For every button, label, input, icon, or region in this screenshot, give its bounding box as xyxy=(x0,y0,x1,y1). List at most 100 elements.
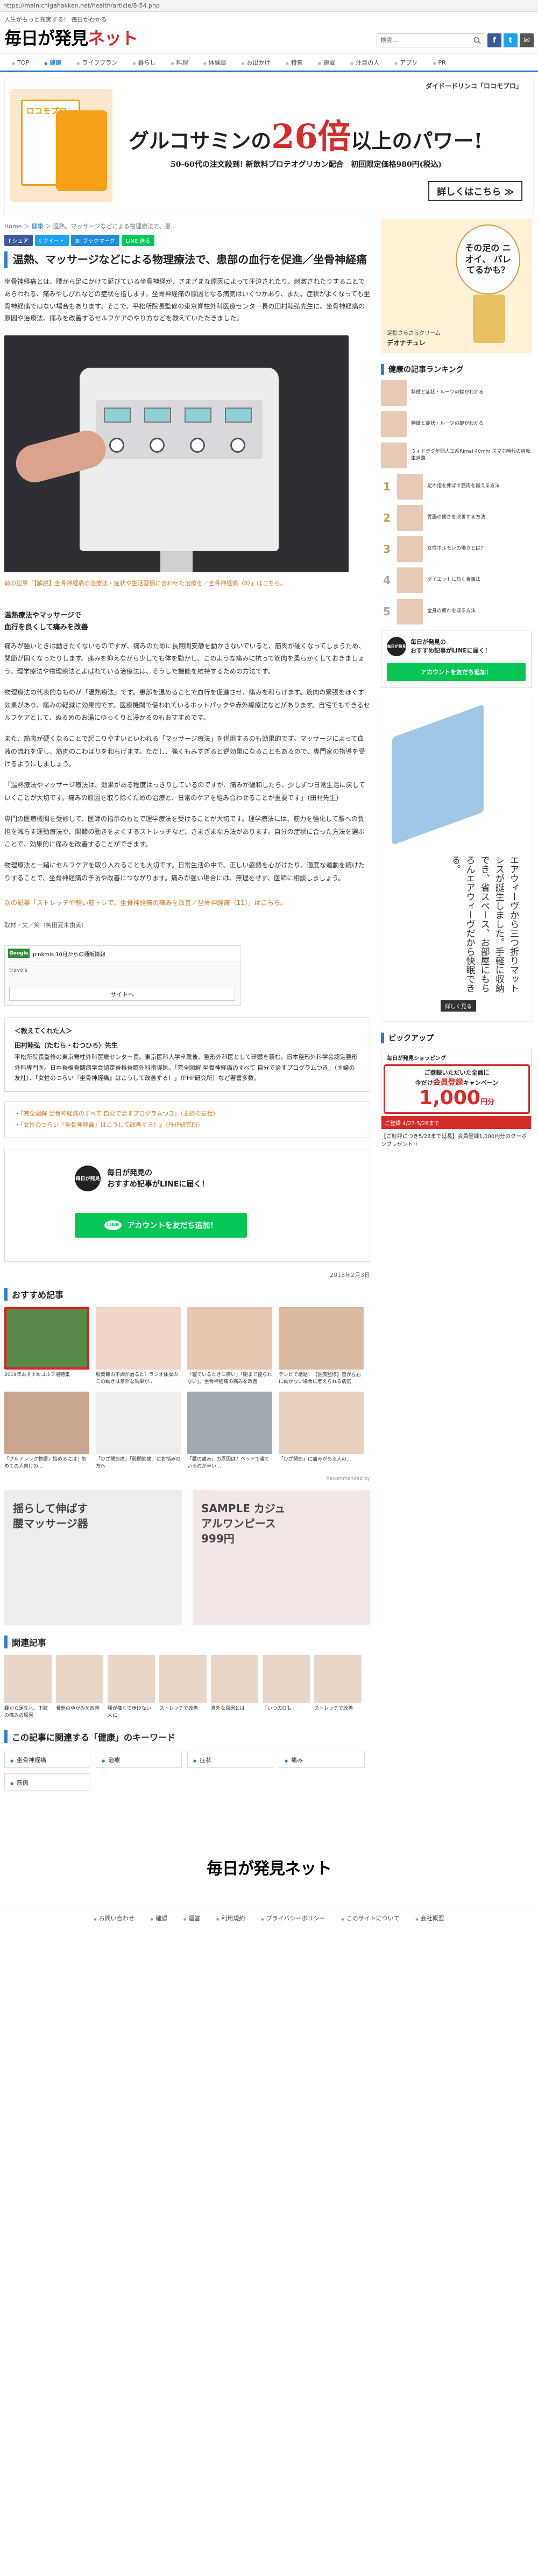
nav-item[interactable]: 暮らし xyxy=(125,58,163,67)
share-button[interactable]: t ツイート xyxy=(34,235,69,246)
share-button[interactable]: B! ブックマーク xyxy=(70,235,119,246)
keyword-link[interactable]: 坐骨神経痛 xyxy=(4,1750,90,1768)
nav-item[interactable]: ライフプラン xyxy=(69,58,125,67)
recommend-card[interactable]: テレビで話題！【医療監修】首が左右に動かない場合に考えられる病気 xyxy=(279,1307,364,1385)
share-button[interactable]: f シェア xyxy=(4,235,33,246)
ranking-item[interactable]: ウォドデグ年間人工系Rimal 40mm スマホ時代の自転車道路 xyxy=(381,443,532,468)
nav-item[interactable]: お出かけ xyxy=(234,58,278,67)
inline-ad[interactable]: Google pinkmis 10月からの通販情報 travels サイトへ xyxy=(4,945,241,1006)
ranking-item[interactable]: 2 胃腸の働きを改善する方法 xyxy=(381,505,532,531)
nav-item[interactable]: アプリ xyxy=(387,58,425,67)
related-thumbnail xyxy=(108,1655,155,1704)
footer-link[interactable]: このサイトについて xyxy=(341,1914,400,1922)
sidebar-line-button[interactable]: アカウントを友だち追加！ xyxy=(387,663,526,681)
pickup-banner[interactable]: 毎日が発見ショッピング ご登録いただいた全員に 今だけ会員登録キャンペーン 1,… xyxy=(381,1049,532,1129)
recommend-text: 2019年おすすめゴルフ場特集 xyxy=(4,1372,70,1378)
breadcrumb-home[interactable]: Home xyxy=(4,223,22,230)
recommend-card[interactable]: 2019年おすすめゴルフ場特集 xyxy=(4,1307,89,1385)
mail-icon[interactable]: ✉ xyxy=(520,33,534,47)
inline-ad-button[interactable]: サイトへ xyxy=(9,986,235,1001)
ranking-item[interactable]: 1 足の指を伸ばす筋肉を鍛える方法 xyxy=(381,474,532,500)
recommend-thumbnail xyxy=(187,1307,272,1370)
keyword-grid: 坐骨神経痛治療症状痛み筋肉 xyxy=(4,1750,370,1791)
sidebar-ad-mattress[interactable]: エアウィーヴから三つ折りマットレスが誕生しました。手軽に収納でき、省スペース、お… xyxy=(381,699,532,1022)
ranking-item[interactable]: 4 ダイエットに効く食事法 xyxy=(381,567,532,593)
photo-screen xyxy=(225,408,252,423)
ranking-thumbnail xyxy=(397,567,423,593)
footer-link[interactable]: 利用規約 xyxy=(216,1914,245,1922)
nav-item[interactable]: 料理 xyxy=(163,58,195,67)
ranking-text: 全身の疲れを取る方法 xyxy=(427,608,476,614)
address-bar[interactable]: https://mainichigahakken.net/health/arti… xyxy=(0,0,538,12)
ranking-number: 4 xyxy=(383,574,391,587)
recommend-card[interactable]: 「腰の痛み」の原因は？ベッドで寝ているのが辛い... xyxy=(187,1392,272,1470)
footer-link[interactable]: 運営 xyxy=(183,1914,200,1922)
nav-item[interactable]: 健康 xyxy=(37,58,69,67)
ranking-item[interactable]: 3 女性ホルモンの働きとは？ xyxy=(381,536,532,562)
ranking-item[interactable]: 特徴と症状・ルーツの鍵がわかる xyxy=(381,380,532,406)
nav-item[interactable]: PR xyxy=(425,59,453,66)
big-ad[interactable]: SAMPLE カジュアルワンピース 999円 xyxy=(193,1490,370,1625)
next-article-link[interactable]: 次の記事「ストレッチや軽い筋トレで、坐骨神経痛の痛みを改善／坐骨神経痛（11）」… xyxy=(4,897,370,908)
recommend-card[interactable]: 「ひざ関節痛」「股関節痛」にお悩みの方へ xyxy=(96,1392,181,1470)
nav-item[interactable]: 注目の人 xyxy=(343,58,387,67)
related-card[interactable]: ストレッチで改善 xyxy=(314,1655,362,1719)
pickup-line2-red: 会員登録 xyxy=(433,1078,463,1087)
related-card[interactable]: 腰から足先へ。下肢の痛みの原因 xyxy=(4,1655,52,1719)
book-link[interactable]: 『完全図解 坐骨神経痛のすべて 自分で治すプログラムつき』（主婦の友社） xyxy=(15,1108,360,1120)
related-thumbnail xyxy=(159,1655,207,1704)
big-ad[interactable]: 揺らして伸ばす 腰マッサージ器 xyxy=(4,1490,182,1625)
ranking-item[interactable]: 5 全身の疲れを取る方法 xyxy=(381,599,532,624)
line-box-text: 毎日が発見の おすすめ記事がLINEに届く！ xyxy=(107,1168,209,1189)
footer-link[interactable]: 会社概要 xyxy=(415,1914,444,1922)
recommend-thumbnail xyxy=(279,1307,364,1370)
book-list: 『完全図解 坐骨神経痛のすべて 自分で治すプログラムつき』（主婦の友社） 『女性… xyxy=(4,1101,370,1138)
twitter-icon[interactable]: t xyxy=(504,33,518,47)
ad-product-image: ロコモプロ xyxy=(10,89,112,202)
breadcrumb-category[interactable]: 健康 xyxy=(31,223,43,230)
ad-more-button[interactable]: 詳しくはこちら ≫ xyxy=(428,181,522,201)
top-ad-banner[interactable]: ロコモプロ ダイドードリンコ「ロコモプロ」 グルコサミンの26倍以上のパワー! … xyxy=(4,78,534,213)
sidebar-ad-deodorant[interactable]: その足の ニオイ、 バレてるかも？ デオナチュレ 足指さらさらクリーム xyxy=(381,219,532,353)
related-card[interactable]: 骨盤のゆがみを改善 xyxy=(56,1655,103,1719)
recommend-text: 股関節の不調が治ると？ラジオ体操のこの動きは意外な効果が… xyxy=(96,1372,178,1385)
pickup-redbox: ご登録いただいた全員に 今だけ会員登録キャンペーン 1,000円分 xyxy=(384,1064,530,1114)
recommend-card[interactable]: 「ひざ関節」に痛みがある人の... xyxy=(279,1392,364,1470)
line-follow-box: 毎日が発見 毎日が発見の おすすめ記事がLINEに届く！ LINE アカウントを… xyxy=(4,1148,370,1262)
footer-link[interactable]: お問い合わせ xyxy=(94,1914,134,1922)
book-link[interactable]: 『女性のつらい「坐骨神経痛」はこうして改善する！』（PHP研究所） xyxy=(15,1120,360,1131)
related-card[interactable]: ストレッチで改善 xyxy=(159,1655,207,1719)
nav-item[interactable]: TOP xyxy=(4,59,37,66)
keyword-link[interactable]: 筋肉 xyxy=(4,1773,90,1791)
related-card[interactable]: 意外な原因とは xyxy=(211,1655,258,1719)
recommend-text: 「ひざ関節」に痛みがある人の... xyxy=(279,1457,351,1463)
related-card[interactable]: 腰が痛くて歩けない人に xyxy=(108,1655,155,1719)
ad-headline-post: 以上のパワー! xyxy=(351,129,483,153)
recommend-card[interactable]: 股関節の不調が治ると？ラジオ体操のこの動きは意外な効果が… xyxy=(96,1307,181,1385)
line-add-friend-button[interactable]: LINE アカウントを友だち追加！ xyxy=(75,1212,247,1238)
recommend-card[interactable]: 「ブルアレック物語」始めるには？初めての人向けの... xyxy=(4,1392,89,1470)
keyword-link[interactable]: 症状 xyxy=(187,1750,273,1768)
share-button[interactable]: LINE 送る xyxy=(121,235,155,246)
keyword-link[interactable]: 治療 xyxy=(96,1750,182,1768)
nav-item[interactable]: 体験談 xyxy=(196,58,234,67)
footer-link[interactable]: 確認 xyxy=(151,1914,167,1922)
nav-item[interactable]: 連載 xyxy=(310,58,343,67)
ad-mattress-button[interactable]: 詳しく見る xyxy=(441,1000,476,1012)
footer-link[interactable]: プライバシーポリシー xyxy=(261,1914,325,1922)
article-date: 2018年2月3日 xyxy=(330,1271,370,1279)
related-text: 「いつの日も」 xyxy=(263,1706,297,1712)
search-icon[interactable] xyxy=(470,33,484,47)
recommend-card[interactable]: 「寝ているときに痛い」「朝まで寝られない」。坐骨神経痛の痛みを改善 xyxy=(187,1307,272,1385)
footer-logo[interactable]: 毎日が発見ネット xyxy=(0,1855,538,1879)
previous-article-link[interactable]: 前の記事「【解説】坐骨神経痛の治療法・症状や生活習慣に合わせた治療を／坐骨神経痛… xyxy=(4,579,370,588)
related-card[interactable]: 「いつの日も」 xyxy=(263,1655,310,1719)
nav-item[interactable]: 特集 xyxy=(278,58,310,67)
facebook-icon[interactable]: f xyxy=(487,33,501,47)
ranking-item[interactable]: 特徴と症状・ルーツの鍵がわかる xyxy=(381,411,532,437)
ranking-text: 胃腸の働きを改善する方法 xyxy=(427,515,486,521)
keyword-link[interactable]: 痛み xyxy=(279,1750,365,1768)
footer-links: お問い合わせ 確認 運営 利用規約 プライバシーポリシー このサイトについて 会社概要 xyxy=(0,1905,538,1930)
pickup-caption[interactable]: 【ご好評につき5/28まで延長】会員登録1,000円分のクーポンプレゼント!! xyxy=(381,1133,532,1149)
search-input[interactable] xyxy=(377,33,484,47)
